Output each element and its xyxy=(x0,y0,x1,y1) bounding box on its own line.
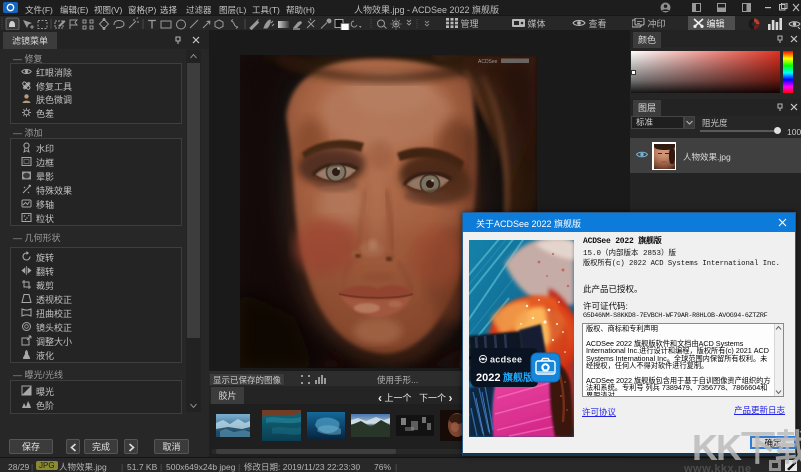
svg-text:acdsee: acdsee xyxy=(490,355,522,365)
svg-text:ACDSee: ACDSee xyxy=(478,59,498,65)
svg-text:旗舰版: 旗舰版 xyxy=(503,369,533,384)
svg-text:2022: 2022 xyxy=(476,372,500,384)
